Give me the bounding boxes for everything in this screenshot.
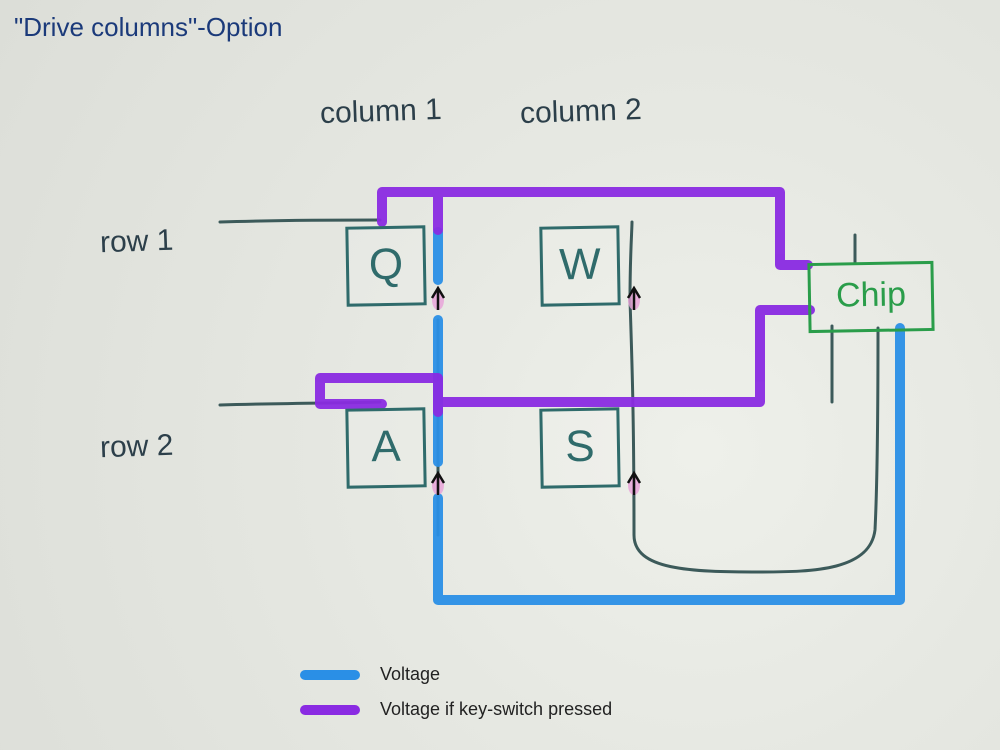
column-1-label: column 1 bbox=[319, 93, 442, 131]
diode-a-icon bbox=[432, 473, 444, 495]
chip: Chip bbox=[807, 261, 934, 333]
key-w: W bbox=[539, 225, 620, 306]
diode-q-icon bbox=[432, 288, 444, 310]
diode-w-icon bbox=[628, 288, 640, 310]
diode-s-icon bbox=[628, 473, 640, 495]
legend-voltage-pressed-label: Voltage if key-switch pressed bbox=[380, 699, 612, 720]
diagram-title: "Drive columns"-Option bbox=[14, 12, 282, 43]
key-a: A bbox=[345, 407, 426, 488]
row-2-label: row 2 bbox=[99, 429, 174, 466]
key-q: Q bbox=[345, 225, 426, 306]
diode-layer bbox=[0, 0, 1000, 750]
legend-voltage-pressed-swatch bbox=[300, 705, 360, 715]
row-1-label: row 1 bbox=[99, 224, 174, 261]
legend-voltage-swatch bbox=[300, 670, 360, 680]
column-2-label: column 2 bbox=[519, 93, 642, 131]
legend-voltage-label: Voltage bbox=[380, 664, 440, 685]
key-s: S bbox=[539, 407, 620, 488]
